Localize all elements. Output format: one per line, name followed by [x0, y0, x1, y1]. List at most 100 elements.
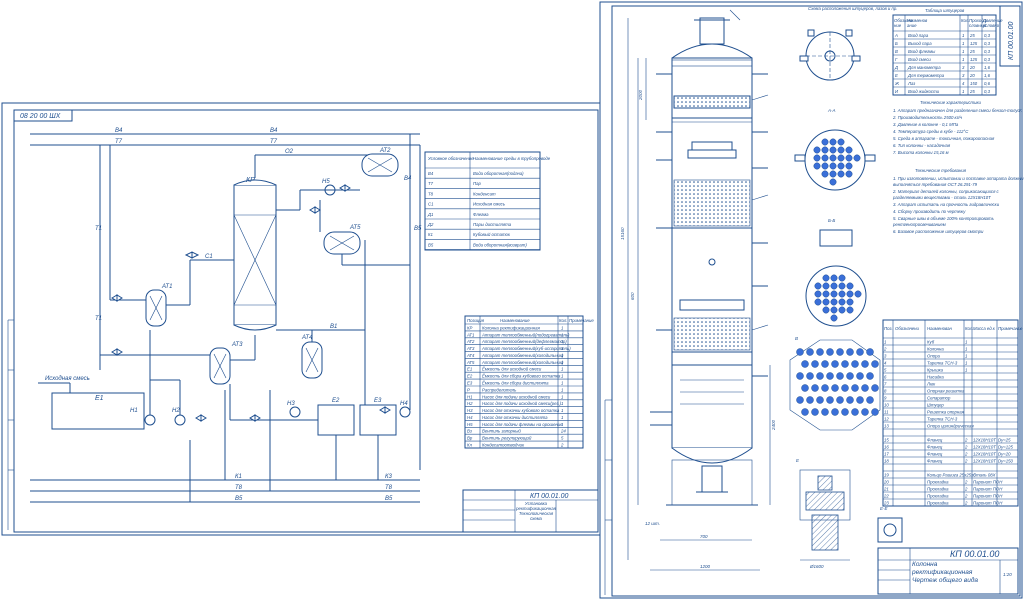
parts-cell: 1 [965, 340, 968, 345]
section-label-bb: Б-Б [828, 218, 835, 223]
parts-cell: Опора [927, 354, 940, 359]
nozzle-cell: 1 [962, 41, 965, 46]
parts-cell: Паронит ПОН [973, 501, 1003, 506]
parts-cell: 12Х18Н10Т [973, 445, 996, 450]
legend-name: Флегма [473, 212, 489, 217]
tube [853, 154, 861, 162]
tube [871, 384, 879, 392]
tube [822, 274, 830, 282]
nozzle-cell: Г [895, 57, 898, 62]
legend-name: Вода оборотная(подача) [473, 171, 524, 176]
tube [837, 170, 845, 178]
tube [821, 360, 829, 368]
nozzle-header-cell-cont: ние [894, 23, 902, 28]
spec-name: Аппарат теплообменный(дефлегматор) [481, 339, 567, 344]
parts-cell: Фланец [927, 438, 943, 443]
parts-cell: Решетка опорная [927, 410, 965, 415]
spec-pos: Н5 [467, 422, 473, 427]
tech-item: 3. Давление в колонне - 0,1 МПа [893, 122, 959, 127]
tube [830, 306, 838, 314]
nozzle-cell: 0,6 [984, 81, 991, 86]
parts-cell: 1 [965, 368, 968, 373]
column-drawing: 15160 600 2000 2400 700 12 шт. 1200 [620, 9, 776, 571]
spec-name: Насос для подачи исходной смеси [482, 394, 551, 399]
dim-section: 600 [630, 292, 635, 300]
nozzle-cell: Вход флегмы [908, 49, 936, 54]
nozzle-cell: 0,3 [984, 49, 991, 54]
tube [814, 298, 822, 306]
line-label-t1-2: Т1 [95, 316, 102, 322]
spec-pos: Н4 [467, 415, 473, 420]
raw-mix-label: Исходная смесь [45, 376, 90, 382]
tube [838, 290, 846, 298]
nozzle-cell: 1 [962, 49, 965, 54]
parts-cell: Паронит ПОН [973, 494, 1003, 499]
line-label-t8: Т8 [235, 485, 243, 491]
legend-code: Т7 [428, 181, 434, 186]
spec-name: Ёмкость для сбора кубового остатка [482, 374, 561, 379]
nozzle-cell: 1 [962, 57, 965, 62]
section-a-a: А-А [794, 108, 876, 191]
spec-qty: 24 [560, 429, 566, 434]
spec-name: Аппарат теплообменный(холодильник) [481, 353, 564, 358]
tube [836, 372, 844, 380]
tube [861, 408, 869, 416]
spec-name: Колонна ректификационная [482, 325, 541, 330]
tube [831, 408, 839, 416]
legend-code: В4 [428, 171, 434, 176]
tube [830, 290, 838, 298]
tech-item: 1. Аппарат предназначен для разделения с… [893, 108, 1023, 113]
tube [838, 274, 846, 282]
nozzle-cell: 3 [962, 65, 965, 70]
line-legend-table: Условное обозначение Наименование среды … [424, 151, 551, 251]
packing-section-3 [673, 317, 751, 351]
parts-cell: 1 [965, 347, 968, 352]
req-item: выполняться требования ОСТ 26.291-79 [893, 182, 978, 187]
spec-header-name: Наименование [500, 318, 530, 323]
parts-cell: Насадка [927, 375, 944, 380]
tube [821, 384, 829, 392]
tube [811, 408, 819, 416]
top-nozzle [699, 17, 725, 45]
parts-cell: 2 [964, 501, 968, 506]
tube [821, 138, 829, 146]
parts-table: Поз. Обозначени Наименован Кол. Масса ед.к Пр… [882, 319, 1023, 507]
spec-name: Вентиль регулирующий [482, 436, 532, 441]
tube [861, 360, 869, 368]
req-item: 2. Материал деталей колонны, соприкасающ… [892, 189, 1000, 194]
n4-label: Н4 [400, 401, 408, 407]
tube [838, 282, 846, 290]
parts-cell: 1 [965, 361, 968, 366]
tube [846, 306, 854, 314]
parts-cell: 23 [883, 501, 889, 506]
line-label-t8-2: Т8 [385, 485, 393, 491]
parts-cell: Прокладка [927, 487, 949, 492]
nozzle-cell: Д [894, 65, 898, 70]
spec-name: Аппарат теплообменный(холодильник) [481, 360, 564, 365]
right-scale: 1:20 [1003, 572, 1012, 577]
nozzle-cell: Е [895, 73, 898, 78]
req-item: 4. Сборку производить по чертежу [893, 209, 966, 214]
spec-name: Аппарат теплообменный(подогреватель) [481, 332, 570, 337]
parts-cell: 16 [884, 445, 889, 450]
nozzle-cell: 25 [969, 33, 975, 38]
tube [851, 360, 859, 368]
spec-pos: Н3 [467, 408, 473, 413]
right-title-code: КП 00.01.00 [950, 549, 999, 559]
parts-cell: Фланец [927, 452, 943, 457]
tube [861, 384, 869, 392]
legend-header-code: Условное обозначение [428, 156, 474, 161]
tube [866, 372, 874, 380]
right-sheet: КП 00.01.00 15160 600 2000 2400 700 12 ш… [599, 1, 1024, 599]
legend-name: Пары дистиллята [473, 222, 512, 227]
spec-name: Вентиль запорный [482, 429, 521, 434]
tube [826, 372, 834, 380]
nozzle-cell: Выход пара [908, 41, 932, 46]
tube [822, 298, 830, 306]
nozzle-cell: 1,6 [984, 65, 991, 70]
tube [822, 306, 830, 314]
spec-qty: 1 [561, 394, 564, 399]
parts-cell: 2 [964, 459, 968, 464]
tube [838, 298, 846, 306]
parts-cell: 19 [884, 473, 889, 478]
